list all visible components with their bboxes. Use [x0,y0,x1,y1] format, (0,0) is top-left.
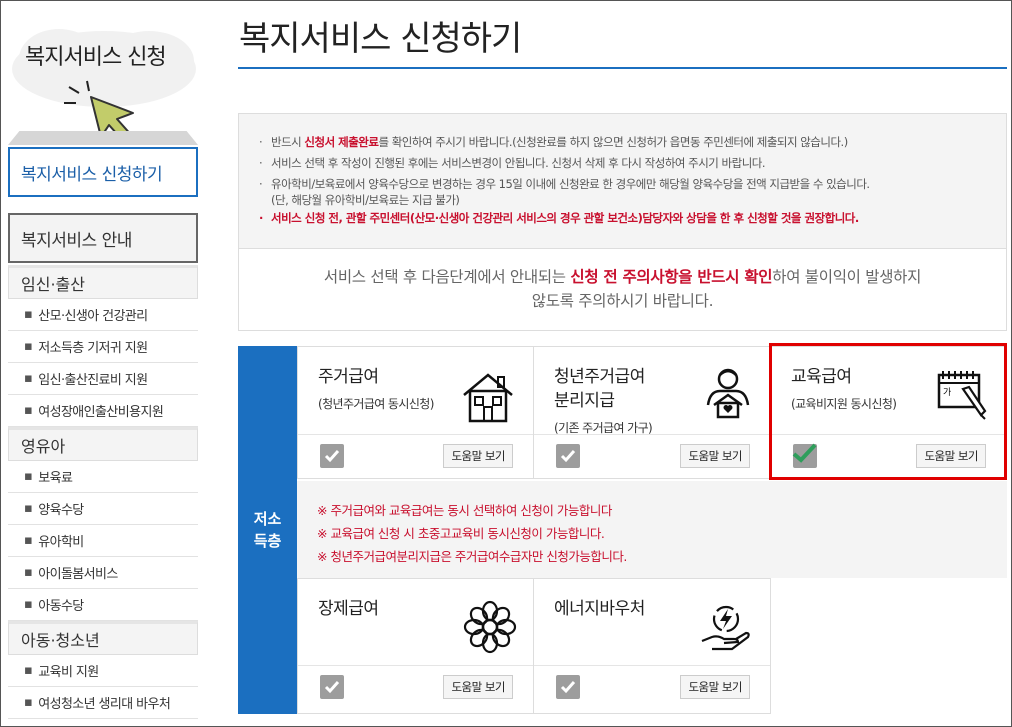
selection-highlight [769,343,1007,480]
check-icon [560,450,576,463]
rule-line: ※ 교육급여 신청 시 초중고교육비 동시신청이 가능합니다. [317,526,605,541]
sidebar-item-label: 보육료 [38,471,73,486]
sidebar-category[interactable]: 아동·청소년 [8,621,198,655]
sidebar-guide-header[interactable]: 복지서비스 안내 [8,213,198,263]
notice-line: 반드시 신청서 제출완료를 확인하여 주시기 바랍니다.(신청완료를 하지 않으… [259,132,994,153]
service-card-youth-housing[interactable]: 청년주거급여 분리지급 (기존 주거급여 가구) 도움말 보기 [533,346,771,479]
sidebar-item-label: 여성청소년 생리대 바우처 [38,697,171,712]
card-title: 장제급여 [318,599,379,619]
sidebar-item[interactable]: ▪ 양육수당 [8,493,198,525]
notice-line: 서비스 선택 후 작성이 진행된 후에는 서비스변경이 안됩니다. 신청서 삭제… [259,153,994,174]
sidebar-item[interactable]: ▪ 아이돌봄서비스 [8,557,198,589]
check-icon [324,450,340,463]
help-button[interactable]: 도움말 보기 [443,675,513,699]
rules-box: ※ 주거급여와 교육급여는 동시 선택하여 신청이 가능합니다 ※ 교육급여 신… [297,481,1007,578]
help-button[interactable]: 도움말 보기 [443,444,513,468]
card-title: 에너지바우처 [554,599,645,619]
sidebar-item[interactable]: ▪ 산모·신생아 건강관리 [8,299,198,331]
notice-caution: 서비스 선택 후 다음단계에서 안내되는 신청 전 주의사항을 반드시 확인하여… [323,268,922,310]
sidebar-item[interactable]: ▪ 보육료 [8,461,198,493]
sidebar: 복지서비스 신청 복지서비스 신청하기 복지서비스 안내 임신·출산 ▪ 산모·신… [1,1,206,726]
sidebar-item[interactable]: ▪ 저소득층 기저귀 지원 [8,331,198,363]
title-divider [238,67,1007,69]
notice-line: 유아학비/보육료에서 양육수당으로 변경하는 경우 15일 이내에 신청완료 한… [259,174,994,195]
sidebar-item[interactable]: ▪ 여성청소년 생리대 바우처 [8,687,198,719]
help-button[interactable]: 도움말 보기 [680,444,750,468]
select-checkbox[interactable] [556,675,580,699]
card-footer: 도움말 보기 [534,665,770,713]
card-footer: 도움말 보기 [534,434,770,478]
sidebar-item-label: 유아학비 [38,535,84,550]
select-checkbox[interactable] [556,444,580,468]
notice-line-warning: 서비스 신청 전, 관할 주민센터(산모·신생아 건강관리 서비스의 경우 관할… [259,208,994,229]
check-icon [560,681,576,694]
sidebar-item[interactable]: ▪ 유아학비 [8,525,198,557]
category-low-income: 저소 득층 [238,346,297,714]
sidebar-item-label: 저소득층 기저귀 지원 [38,341,148,356]
notice-box: 반드시 신청서 제출완료를 확인하여 주시기 바랍니다.(신청완료를 하지 않으… [238,113,1007,331]
sidebar-item[interactable]: ▪ 임신·출산진료비 지원 [8,363,198,395]
sidebar-category[interactable]: 영유아 [8,427,198,461]
select-checkbox[interactable] [320,444,344,468]
sidebar-item[interactable]: ▪ 아동수당 [8,589,198,621]
sidebar-item-apply[interactable]: 복지서비스 신청하기 [8,147,198,197]
flower-icon [463,600,517,654]
sidebar-item-label: 교육비 지원 [38,665,99,680]
service-card-funeral[interactable]: 장제급여 도움말 보기 [297,578,534,714]
service-card-housing[interactable]: 주거급여 (청년주거급여 동시신청) 도움말 보기 [297,346,534,479]
help-button[interactable]: 도움말 보기 [680,675,750,699]
sidebar-item-label: 임신·출산진료비 지원 [38,373,148,388]
sidebar-item[interactable]: ▪ 교육비 지원 [8,655,198,687]
sidebar-title: 복지서비스 신청 [25,45,167,70]
house-icon [463,373,513,423]
service-card-energy-voucher[interactable]: 에너지바우처 도움말 보기 [533,578,771,714]
sidebar-item-label: 아동수당 [38,599,84,614]
page-frame: 복지서비스 신청 복지서비스 신청하기 복지서비스 안내 임신·출산 ▪ 산모·신… [0,0,1012,727]
card-footer: 도움말 보기 [298,434,533,478]
card-title: 주거급여 [318,367,379,387]
sidebar-item-label: 여성장애인출산비용지원 [38,405,164,420]
check-icon [324,681,340,694]
sidebar-category[interactable]: 임신·출산 [8,265,198,299]
sidebar-item[interactable]: ▪ 여성장애인출산비용지원 [8,395,198,427]
select-checkbox[interactable] [320,675,344,699]
sidebar-menu: 임신·출산 ▪ 산모·신생아 건강관리 ▪ 저소득층 기저귀 지원 ▪ 임신·출산진료… [8,265,198,719]
card-title: 청년주거급여 분리지급 [554,367,645,411]
sidebar-item-label: 양육수당 [38,503,84,518]
notice-list: 반드시 신청서 제출완료를 확인하여 주시기 바랍니다.(신청완료를 하지 않으… [239,114,1006,249]
card-note: (청년주거급여 동시신청) [318,397,434,411]
card-footer: 도움말 보기 [298,665,533,713]
sidebar-item-label: 산모·신생아 건강관리 [38,309,148,324]
youth-house-icon [706,368,750,419]
energy-hand-icon [701,605,750,651]
rule-line: ※ 주거급여와 교육급여는 동시 선택하여 신청이 가능합니다 [317,503,612,518]
sidebar-item-label: 아이돌봄서비스 [38,567,118,582]
page-title: 복지서비스 신청하기 [239,19,522,59]
rule-line: ※ 청년주거급여분리지급은 주거급여수급자만 신청가능합니다. [317,549,627,564]
sidebar-platform [8,131,198,145]
